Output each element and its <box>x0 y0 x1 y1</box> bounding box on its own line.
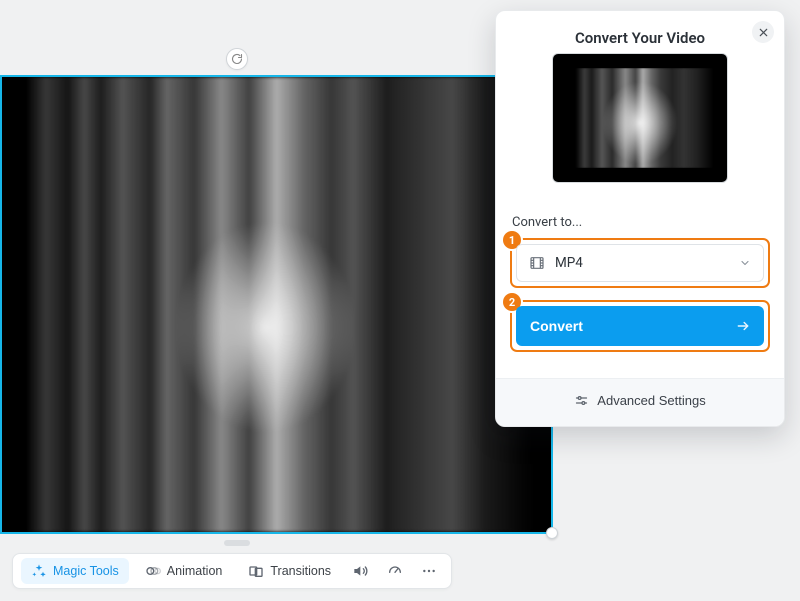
sparkles-icon <box>31 563 47 579</box>
panel-header: Convert Your Video <box>496 11 784 205</box>
convert-button[interactable]: Convert <box>516 306 764 346</box>
film-icon <box>529 255 545 271</box>
convert-button-label: Convert <box>530 318 583 334</box>
speed-button[interactable] <box>381 558 409 584</box>
more-button[interactable] <box>415 558 443 584</box>
resize-handle-br[interactable] <box>546 527 558 539</box>
animation-button[interactable]: Animation <box>135 558 233 584</box>
clip-toolbar: Magic Tools Animation Transitions <box>12 553 452 589</box>
transitions-button[interactable]: Transitions <box>238 558 341 584</box>
transitions-icon <box>248 563 264 579</box>
audio-button[interactable] <box>347 558 375 584</box>
animation-label: Animation <box>167 564 223 578</box>
speedometer-icon <box>387 563 403 579</box>
volume-icon <box>353 563 369 579</box>
format-selected-value: MP4 <box>555 255 583 271</box>
panel-title: Convert Your Video <box>512 29 768 47</box>
ellipsis-icon <box>421 563 437 579</box>
panel-footer: Advanced Settings <box>496 378 784 426</box>
selected-video-clip[interactable] <box>0 75 553 534</box>
video-preview <box>552 53 728 183</box>
close-button[interactable] <box>752 21 774 43</box>
step-2-highlight: 2 Convert <box>510 300 770 352</box>
convert-to-label: Convert to... <box>512 215 770 230</box>
format-select[interactable]: MP4 <box>516 244 764 282</box>
close-icon <box>758 27 769 38</box>
arrow-right-icon <box>736 319 750 333</box>
step-1-highlight: 1 MP4 <box>510 238 770 288</box>
editor-canvas: Magic Tools Animation Transitions <box>0 0 800 601</box>
advanced-settings-button[interactable]: Advanced Settings <box>574 393 705 408</box>
sliders-icon <box>574 393 589 408</box>
video-thumbnail <box>2 77 551 532</box>
chevron-down-icon <box>739 257 751 269</box>
preview-thumbnail <box>567 68 713 168</box>
advanced-settings-label: Advanced Settings <box>597 393 705 408</box>
animation-icon <box>145 563 161 579</box>
rotate-icon <box>231 53 243 65</box>
rotate-handle[interactable] <box>226 48 248 70</box>
magic-tools-button[interactable]: Magic Tools <box>21 558 129 584</box>
convert-video-panel: Convert Your Video Convert to... 1 MP4 <box>495 10 785 427</box>
width-scrub-handle[interactable] <box>224 540 250 546</box>
magic-tools-label: Magic Tools <box>53 564 119 578</box>
transitions-label: Transitions <box>270 564 331 578</box>
